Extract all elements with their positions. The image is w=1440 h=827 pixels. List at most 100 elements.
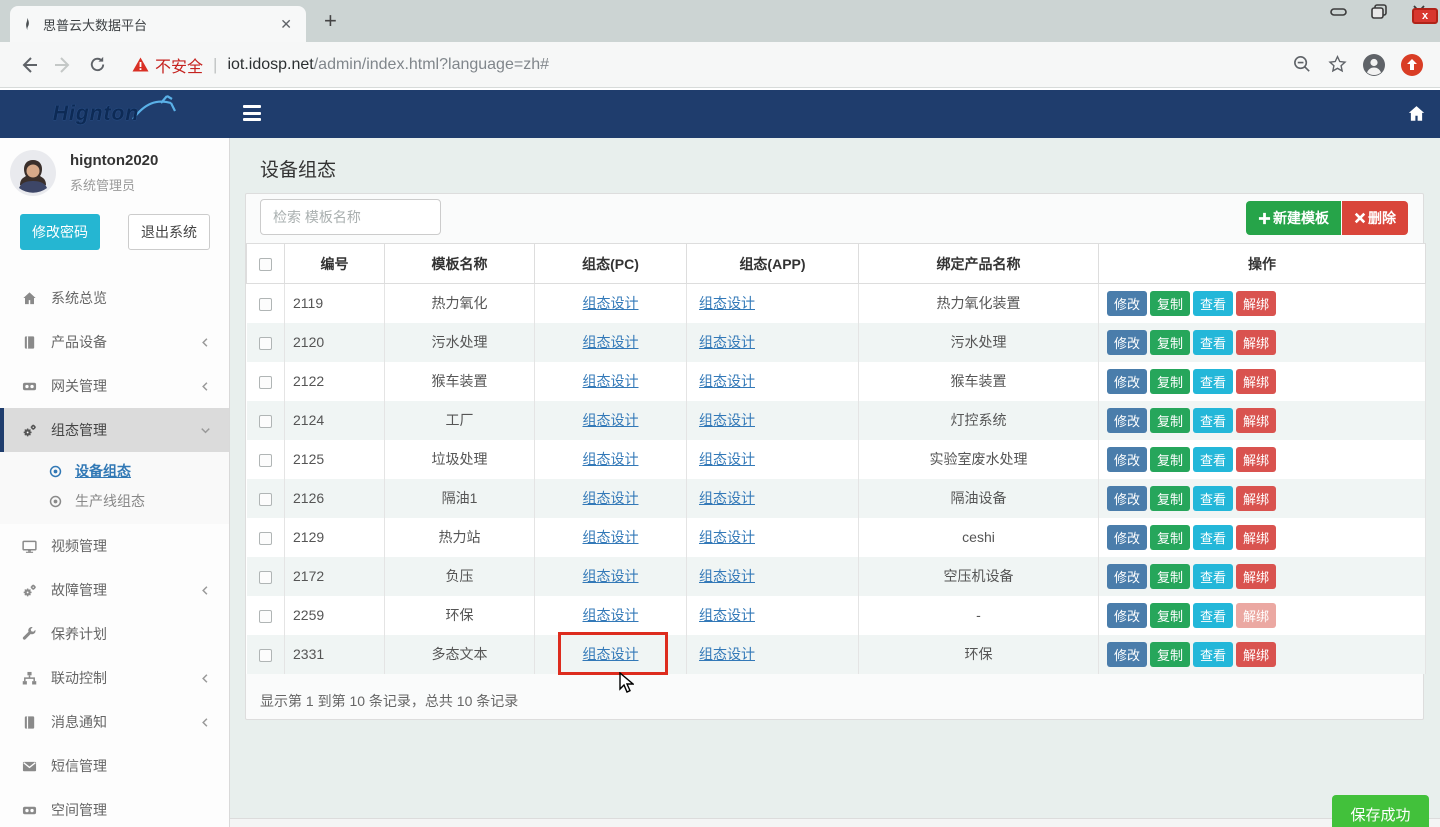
action-查看-button[interactable]: 查看: [1193, 291, 1233, 316]
action-修改-button[interactable]: 修改: [1107, 486, 1147, 511]
action-查看-button[interactable]: 查看: [1193, 486, 1233, 511]
tab-close-icon[interactable]: ✕: [276, 16, 296, 33]
action-查看-button[interactable]: 查看: [1193, 525, 1233, 550]
action-查看-button[interactable]: 查看: [1193, 642, 1233, 667]
minimize-button[interactable]: [1326, 2, 1352, 22]
action-查看-button[interactable]: 查看: [1193, 603, 1233, 628]
bookmark-star-icon[interactable]: [1327, 54, 1348, 75]
action-查看-button[interactable]: 查看: [1193, 408, 1233, 433]
action-复制-button[interactable]: 复制: [1150, 486, 1190, 511]
action-解绑-button[interactable]: 解绑: [1236, 642, 1276, 667]
config-app-link[interactable]: 组态设计: [699, 646, 755, 662]
config-app-link[interactable]: 组态设计: [699, 334, 755, 350]
forward-icon[interactable]: [46, 48, 80, 82]
sidebar-item-故障管理[interactable]: 故障管理: [0, 568, 229, 612]
row-checkbox[interactable]: [247, 284, 285, 323]
row-checkbox[interactable]: [247, 323, 285, 362]
column-header[interactable]: 编号: [285, 244, 385, 284]
config-pc-link[interactable]: 组态设计: [583, 334, 639, 350]
action-复制-button[interactable]: 复制: [1150, 642, 1190, 667]
column-header[interactable]: 组态(PC): [535, 244, 687, 284]
back-icon[interactable]: [12, 48, 46, 82]
action-解绑-button[interactable]: 解绑: [1236, 525, 1276, 550]
sidebar-item-联动控制[interactable]: 联动控制: [0, 656, 229, 700]
column-header[interactable]: 操作: [1099, 244, 1426, 284]
reload-icon[interactable]: [80, 48, 114, 82]
sidebar-toggle-icon[interactable]: [243, 105, 261, 121]
action-解绑-button[interactable]: 解绑: [1236, 291, 1276, 316]
action-修改-button[interactable]: 修改: [1107, 369, 1147, 394]
row-checkbox[interactable]: [247, 557, 285, 596]
config-pc-link[interactable]: 组态设计: [583, 295, 639, 311]
row-checkbox[interactable]: [247, 518, 285, 557]
action-修改-button[interactable]: 修改: [1107, 291, 1147, 316]
action-查看-button[interactable]: 查看: [1193, 447, 1233, 472]
action-复制-button[interactable]: 复制: [1150, 525, 1190, 550]
config-pc-link[interactable]: 组态设计: [583, 607, 639, 623]
config-app-link[interactable]: 组态设计: [699, 607, 755, 623]
action-复制-button[interactable]: 复制: [1150, 564, 1190, 589]
sidebar-item-组态管理[interactable]: 组态管理: [0, 408, 229, 452]
action-修改-button[interactable]: 修改: [1107, 525, 1147, 550]
row-checkbox[interactable]: [247, 440, 285, 479]
config-pc-link[interactable]: 组态设计: [583, 646, 639, 662]
select-all-checkbox[interactable]: [247, 244, 285, 284]
submenu-item-生产线组态[interactable]: 生产线组态: [0, 486, 229, 516]
config-app-link[interactable]: 组态设计: [699, 295, 755, 311]
config-app-link[interactable]: 组态设计: [699, 373, 755, 389]
action-修改-button[interactable]: 修改: [1107, 408, 1147, 433]
zoom-out-icon[interactable]: [1292, 54, 1313, 75]
column-header[interactable]: 组态(APP): [687, 244, 859, 284]
delete-button[interactable]: 删除: [1342, 201, 1408, 235]
action-解绑-button[interactable]: 解绑: [1236, 564, 1276, 589]
logout-button[interactable]: 退出系统: [128, 214, 210, 250]
sidebar-item-消息通知[interactable]: 消息通知: [0, 700, 229, 744]
row-checkbox[interactable]: [247, 635, 285, 674]
action-解绑-button[interactable]: 解绑: [1236, 603, 1276, 628]
sidebar-item-空间管理[interactable]: 空间管理: [0, 788, 229, 827]
home-icon[interactable]: [1407, 105, 1426, 123]
browser-update-icon[interactable]: [1400, 53, 1424, 77]
change-password-button[interactable]: 修改密码: [20, 214, 100, 250]
action-查看-button[interactable]: 查看: [1193, 564, 1233, 589]
action-查看-button[interactable]: 查看: [1193, 330, 1233, 355]
row-checkbox[interactable]: [247, 362, 285, 401]
sidebar-item-网关管理[interactable]: 网关管理: [0, 364, 229, 408]
url-field[interactable]: 不安全 | iot.idosp.net /admin/index.html?la…: [132, 53, 1292, 77]
action-复制-button[interactable]: 复制: [1150, 447, 1190, 472]
action-修改-button[interactable]: 修改: [1107, 642, 1147, 667]
action-解绑-button[interactable]: 解绑: [1236, 486, 1276, 511]
row-checkbox[interactable]: [247, 596, 285, 635]
sidebar-item-系统总览[interactable]: 系统总览: [0, 276, 229, 320]
action-解绑-button[interactable]: 解绑: [1236, 408, 1276, 433]
sidebar-item-短信管理[interactable]: 短信管理: [0, 744, 229, 788]
action-查看-button[interactable]: 查看: [1193, 369, 1233, 394]
sidebar-item-保养计划[interactable]: 保养计划: [0, 612, 229, 656]
action-解绑-button[interactable]: 解绑: [1236, 369, 1276, 394]
action-修改-button[interactable]: 修改: [1107, 603, 1147, 628]
config-pc-link[interactable]: 组态设计: [583, 373, 639, 389]
maximize-button[interactable]: [1366, 2, 1392, 22]
profile-avatar-icon[interactable]: [1362, 53, 1386, 77]
config-pc-link[interactable]: 组态设计: [583, 451, 639, 467]
config-app-link[interactable]: 组态设计: [699, 490, 755, 506]
config-pc-link[interactable]: 组态设计: [583, 568, 639, 584]
action-解绑-button[interactable]: 解绑: [1236, 330, 1276, 355]
config-pc-link[interactable]: 组态设计: [583, 529, 639, 545]
action-复制-button[interactable]: 复制: [1150, 408, 1190, 433]
config-app-link[interactable]: 组态设计: [699, 451, 755, 467]
config-app-link[interactable]: 组态设计: [699, 529, 755, 545]
sidebar-item-视频管理[interactable]: 视频管理: [0, 524, 229, 568]
column-header[interactable]: 模板名称: [385, 244, 535, 284]
security-warning-label[interactable]: 不安全: [155, 53, 203, 77]
new-template-button[interactable]: 新建模板: [1246, 201, 1341, 235]
row-checkbox[interactable]: [247, 401, 285, 440]
action-修改-button[interactable]: 修改: [1107, 330, 1147, 355]
action-修改-button[interactable]: 修改: [1107, 564, 1147, 589]
action-修改-button[interactable]: 修改: [1107, 447, 1147, 472]
column-header[interactable]: 绑定产品名称: [859, 244, 1099, 284]
close-button[interactable]: x: [1406, 2, 1432, 22]
config-app-link[interactable]: 组态设计: [699, 568, 755, 584]
config-pc-link[interactable]: 组态设计: [583, 490, 639, 506]
action-解绑-button[interactable]: 解绑: [1236, 447, 1276, 472]
